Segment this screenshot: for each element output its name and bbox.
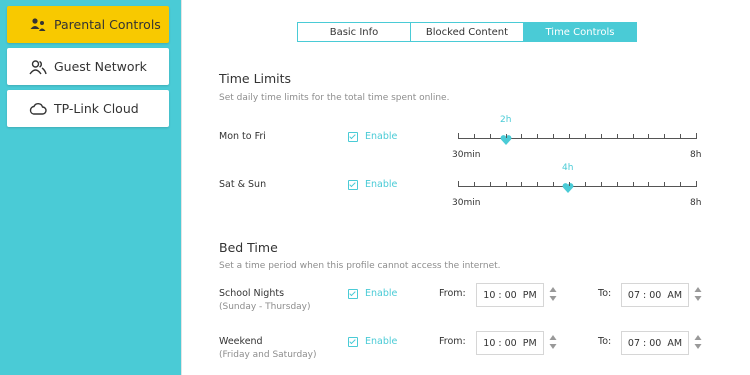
- school-nights-to-label: To:: [598, 288, 612, 299]
- slider-tick: [664, 182, 665, 186]
- slider-tick: [458, 133, 459, 139]
- family-icon: [28, 15, 48, 35]
- sat-sun-max-label: 8h: [690, 198, 702, 208]
- slider-tick: [617, 134, 618, 138]
- sidebar-item-tp-link-cloud[interactable]: TP-Link Cloud: [7, 90, 169, 127]
- slider-tick: [537, 182, 538, 186]
- sat-sun-value-label: 4h: [562, 163, 574, 173]
- spinner-updown-icon[interactable]: [549, 334, 557, 350]
- slider-tick: [617, 182, 618, 186]
- content-divider: [181, 0, 182, 375]
- slider-tick: [585, 182, 586, 186]
- tab-basic-info[interactable]: Basic Info: [298, 23, 410, 41]
- tab-time-controls[interactable]: Time Controls: [523, 23, 636, 41]
- slider-tick: [648, 182, 649, 186]
- slider-tick: [633, 134, 634, 138]
- slider-tick: [506, 182, 507, 186]
- slider-tick: [553, 134, 554, 138]
- slider-tick: [664, 134, 665, 138]
- slider-tick: [490, 182, 491, 186]
- school-nights-to-time-input[interactable]: 07 : 00 AM: [621, 283, 689, 307]
- sat-sun-min-label: 30min: [452, 198, 481, 208]
- school-nights-enable-checkbox[interactable]: [348, 289, 358, 299]
- sidebar-item-guest-network[interactable]: Guest Network: [7, 48, 169, 85]
- weekend-sublabel: (Friday and Saturday): [219, 350, 317, 360]
- bed-time-title: Bed Time: [219, 240, 278, 255]
- mon-fri-slider[interactable]: [458, 129, 697, 151]
- sidebar: Parental Controls Guest Network TP-Link …: [0, 0, 181, 375]
- school-nights-from-label: From:: [439, 288, 466, 299]
- school-nights-label: School Nights: [219, 288, 285, 299]
- sidebar-item-label: TP-Link Cloud: [54, 101, 139, 116]
- sat-sun-enable-label: Enable: [365, 179, 398, 190]
- slider-tick: [569, 182, 570, 186]
- weekend-enable-checkbox[interactable]: [348, 337, 358, 347]
- slider-tick: [537, 134, 538, 138]
- slider-handle-icon[interactable]: [562, 179, 574, 193]
- slider-tick: [474, 134, 475, 138]
- slider-tick: [648, 134, 649, 138]
- slider-tick: [506, 134, 507, 138]
- slider-tick: [601, 134, 602, 138]
- slider-tick: [696, 133, 697, 139]
- slider-tick: [521, 182, 522, 186]
- slider-tick: [458, 181, 459, 187]
- sat-sun-slider[interactable]: [458, 177, 697, 199]
- mon-fri-max-label: 8h: [690, 150, 702, 160]
- sidebar-item-label: Parental Controls: [54, 17, 161, 32]
- weekend-to-time-input[interactable]: 07 : 00 AM: [621, 331, 689, 355]
- tab-bar: Basic Info Blocked Content Time Controls: [297, 22, 637, 42]
- slider-tick: [680, 182, 681, 186]
- sidebar-item-label: Guest Network: [54, 59, 147, 74]
- spinner-updown-icon[interactable]: [694, 286, 702, 302]
- bed-time-description: Set a time period when this profile cann…: [219, 261, 501, 271]
- slider-tick: [633, 182, 634, 186]
- spinner-updown-icon[interactable]: [694, 334, 702, 350]
- slider-tick: [585, 134, 586, 138]
- slider-tick: [569, 134, 570, 138]
- weekend-from-time-input[interactable]: 10 : 00 PM: [476, 331, 544, 355]
- spinner-updown-icon[interactable]: [549, 286, 557, 302]
- slider-tick: [553, 182, 554, 186]
- slider-tick: [696, 181, 697, 187]
- weekend-enable-label: Enable: [365, 336, 398, 347]
- mon-fri-enable-label: Enable: [365, 131, 398, 142]
- school-nights-from-time-input[interactable]: 10 : 00 PM: [476, 283, 544, 307]
- mon-fri-min-label: 30min: [452, 150, 481, 160]
- sidebar-item-parental-controls[interactable]: Parental Controls: [7, 6, 169, 43]
- slider-tick: [474, 182, 475, 186]
- sat-sun-label: Sat & Sun: [219, 179, 267, 190]
- time-limits-description: Set daily time limits for the total time…: [219, 93, 450, 103]
- weekend-to-label: To:: [598, 336, 612, 347]
- sat-sun-enable-checkbox[interactable]: [348, 180, 358, 190]
- cloud-icon: [28, 99, 48, 119]
- slider-tick: [521, 134, 522, 138]
- slider-tick: [601, 182, 602, 186]
- school-nights-sublabel: (Sunday - Thursday): [219, 302, 311, 312]
- school-nights-enable-label: Enable: [365, 288, 398, 299]
- slider-tick: [490, 134, 491, 138]
- slider-tick: [680, 134, 681, 138]
- mon-fri-enable-checkbox[interactable]: [348, 132, 358, 142]
- guest-users-icon: [28, 57, 48, 77]
- mon-fri-value-label: 2h: [500, 115, 512, 125]
- weekend-label: Weekend: [219, 336, 263, 347]
- tab-blocked-content[interactable]: Blocked Content: [410, 23, 523, 41]
- time-limits-title: Time Limits: [219, 71, 292, 86]
- weekend-from-label: From:: [439, 336, 466, 347]
- mon-fri-label: Mon to Fri: [219, 131, 266, 142]
